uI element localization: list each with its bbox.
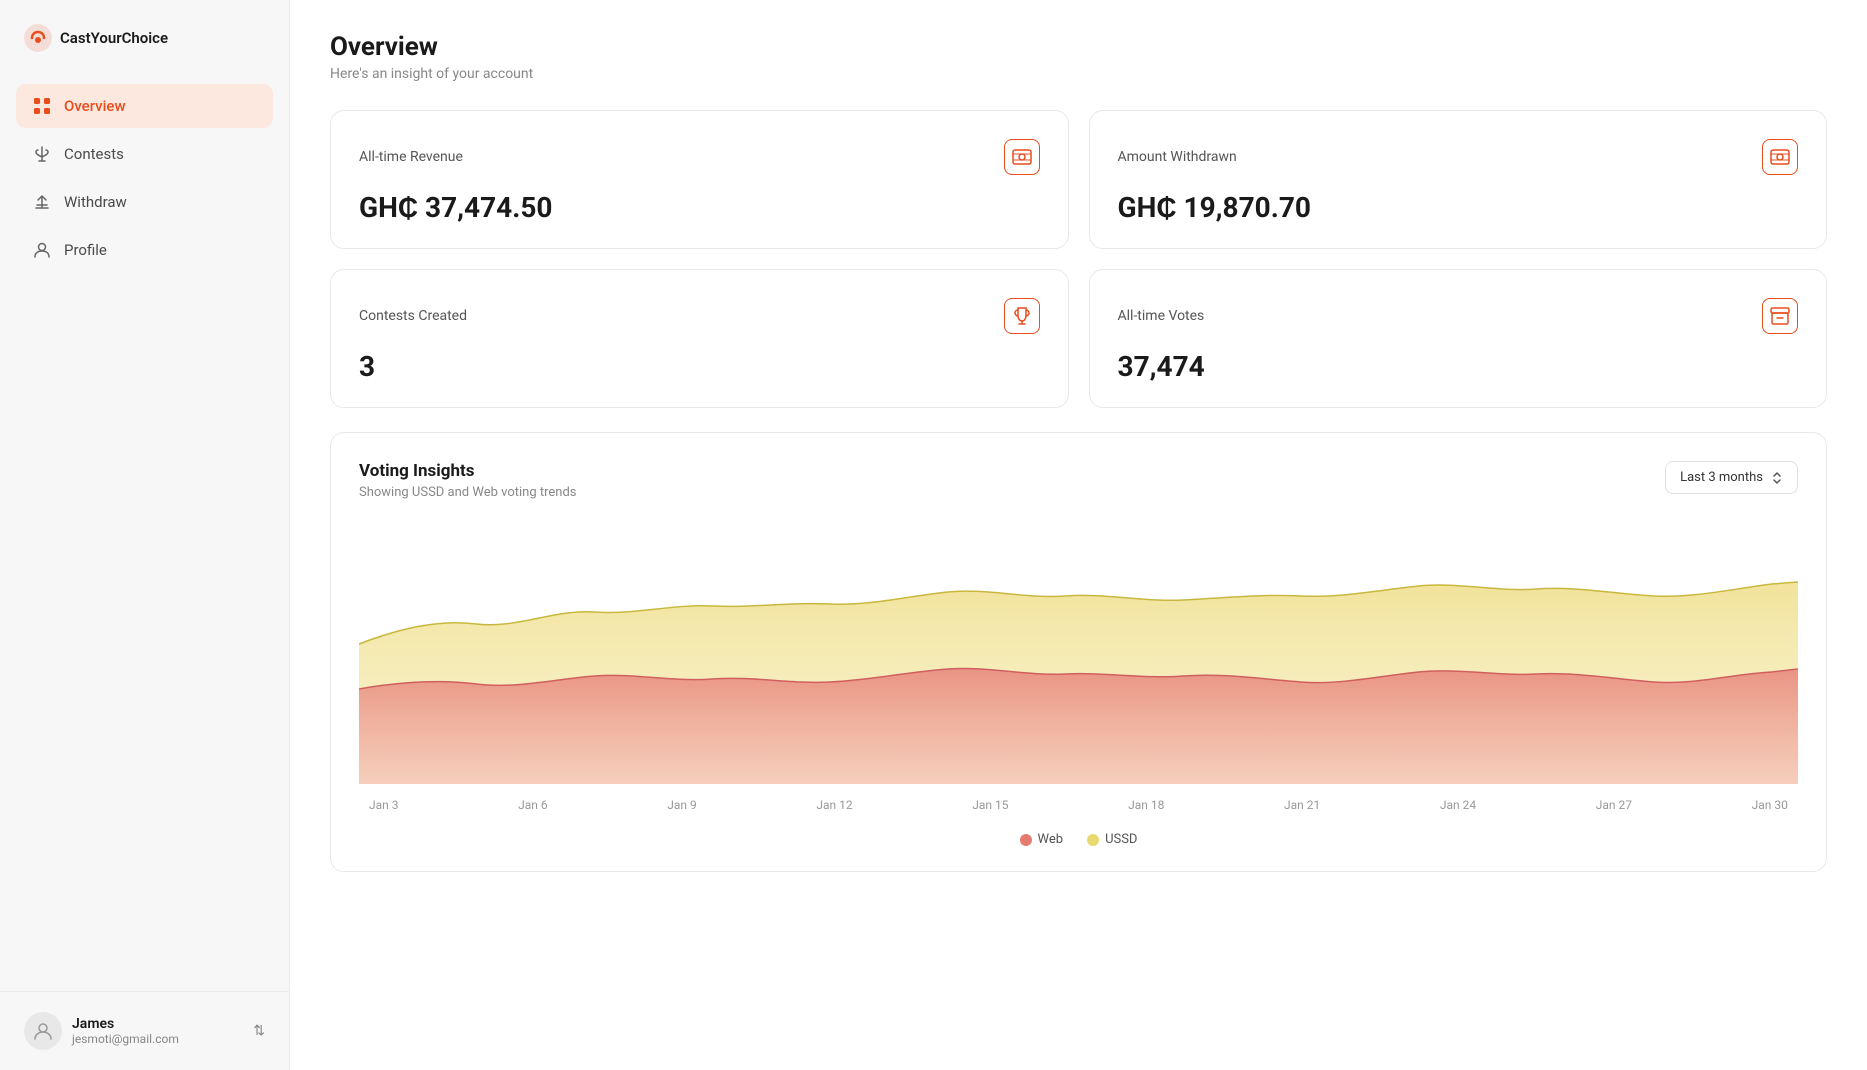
legend-web: Web (1020, 832, 1064, 847)
x-label-2: Jan 9 (667, 798, 697, 812)
logo[interactable]: CastYourChoice (0, 0, 289, 84)
profile-icon (32, 240, 52, 260)
main-content: Overview Here's an insight of your accou… (290, 0, 1867, 1070)
x-label-1: Jan 6 (518, 798, 548, 812)
chart-legend: Web USSD (359, 832, 1798, 847)
sidebar-overview-label: Overview (64, 97, 126, 115)
user-name: James (72, 1016, 179, 1032)
stat-revenue-value: GH₵ 37,474.50 (359, 191, 1040, 224)
x-label-8: Jan 27 (1596, 798, 1632, 812)
sidebar-nav: Overview Contests Withdraw (0, 84, 289, 991)
avatar (24, 1012, 62, 1050)
legend-web-label: Web (1038, 832, 1064, 847)
legend-web-dot (1020, 834, 1032, 846)
stat-votes-value: 37,474 (1118, 350, 1799, 383)
money-icon-revenue (1004, 139, 1040, 175)
money-icon-withdrawn (1762, 139, 1798, 175)
sidebar-contests-label: Contests (64, 145, 124, 163)
sidebar-item-overview[interactable]: Overview (16, 84, 273, 128)
contests-icon (32, 144, 52, 164)
overview-icon (32, 96, 52, 116)
x-label-5: Jan 18 (1128, 798, 1164, 812)
time-range-label: Last 3 months (1680, 470, 1763, 485)
voting-chart: Jan 3 Jan 6 Jan 9 Jan 12 Jan 15 Jan 18 J… (359, 524, 1798, 784)
archive-icon (1762, 298, 1798, 334)
stat-card-revenue: All-time Revenue GH₵ 37,474.50 (330, 110, 1069, 249)
logo-icon (24, 24, 52, 52)
stat-contests-value: 3 (359, 350, 1040, 383)
sidebar-profile-label: Profile (64, 241, 107, 259)
x-label-7: Jan 24 (1440, 798, 1476, 812)
stat-withdrawn-label: Amount Withdrawn (1118, 149, 1237, 165)
stat-card-contests: Contests Created 3 (330, 269, 1069, 408)
user-info: James jesmoti@gmail.com (24, 1012, 179, 1050)
trophy-icon (1004, 298, 1040, 334)
stat-contests-label: Contests Created (359, 308, 467, 324)
sidebar-item-withdraw[interactable]: Withdraw (16, 180, 273, 224)
chart-title: Voting Insights (359, 461, 577, 481)
web-area (359, 668, 1798, 784)
page-subtitle: Here's an insight of your account (330, 66, 1827, 82)
stat-card-votes: All-time Votes 37,474 (1089, 269, 1828, 408)
chevron-updown-icon[interactable]: ⇅ (253, 1023, 265, 1039)
stats-grid: All-time Revenue GH₵ 37,474.50 Amount Wi… (330, 110, 1827, 408)
stat-revenue-label: All-time Revenue (359, 149, 463, 165)
chart-svg (359, 524, 1798, 784)
legend-ussd-label: USSD (1105, 832, 1137, 847)
page-title: Overview (330, 32, 1827, 62)
x-label-6: Jan 21 (1284, 798, 1320, 812)
x-label-0: Jan 3 (369, 798, 399, 812)
chart-subtitle: Showing USSD and Web voting trends (359, 485, 577, 500)
sidebar-withdraw-label: Withdraw (64, 193, 127, 211)
chart-card: Voting Insights Showing USSD and Web vot… (330, 432, 1827, 872)
sort-icon (1771, 472, 1783, 484)
legend-ussd-dot (1087, 834, 1099, 846)
x-label-4: Jan 15 (972, 798, 1008, 812)
stat-card-withdrawn: Amount Withdrawn GH₵ 19,870.70 (1089, 110, 1828, 249)
stat-withdrawn-value: GH₵ 19,870.70 (1118, 191, 1799, 224)
x-label-9: Jan 30 (1752, 798, 1788, 812)
logo-text: CastYourChoice (60, 29, 168, 47)
sidebar-item-contests[interactable]: Contests (16, 132, 273, 176)
legend-ussd: USSD (1087, 832, 1137, 847)
x-label-3: Jan 12 (816, 798, 852, 812)
time-range-selector[interactable]: Last 3 months (1665, 461, 1798, 494)
sidebar-item-profile[interactable]: Profile (16, 228, 273, 272)
sidebar-footer[interactable]: James jesmoti@gmail.com ⇅ (0, 991, 289, 1070)
sidebar: CastYourChoice Overview Co (0, 0, 290, 1070)
user-email: jesmoti@gmail.com (72, 1032, 179, 1046)
withdraw-icon (32, 192, 52, 212)
stat-votes-label: All-time Votes (1118, 308, 1205, 324)
